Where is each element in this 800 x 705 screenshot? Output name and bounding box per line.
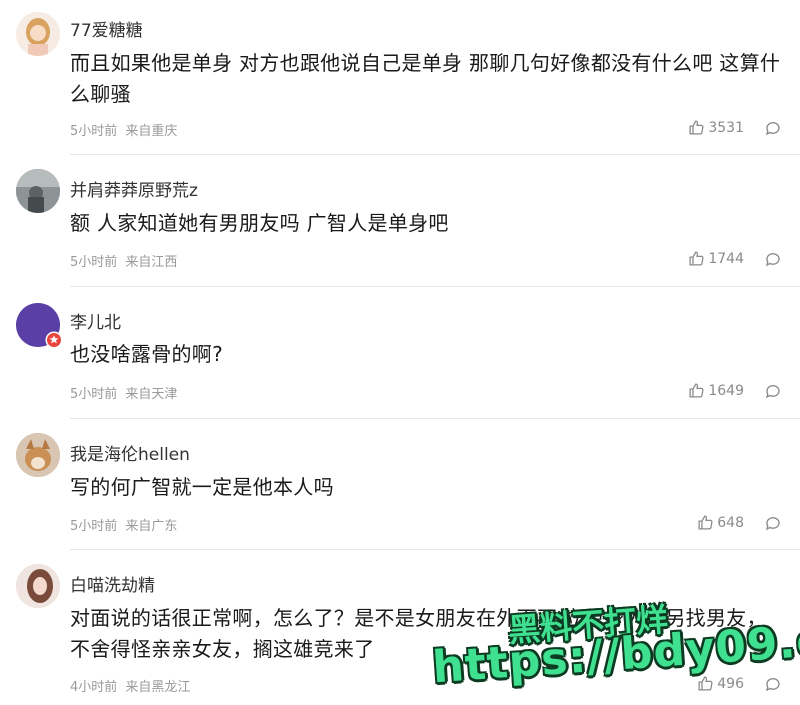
comment-meta: 4小时前 来自黑龙江 [70,676,190,695]
comment-meta: 5小时前 来自广东 [70,515,177,534]
location: 来自江西 [125,255,178,270]
comment-text: 也没啥露骨的啊? [70,342,224,366]
comment-item: 白喵洗劫精 对面说的话很正常啊，怎么了？是不是女朋友在外面不 立单身人设另找男友… [0,550,800,705]
comment-meta: 5小时前 来自重庆 [70,120,177,139]
avatar[interactable] [16,303,63,349]
timestamp: 5小时前 [70,519,118,534]
comment-bubble-icon [765,678,780,692]
like-button[interactable]: 1649 [688,382,744,399]
comment-item: 我是海伦hellen 写的何广智就一定是他本人吗 5小时前 来自广东 648 [0,419,800,550]
username[interactable]: 并肩莽莽原野荒z [70,176,198,201]
thumbs-up-icon [689,383,704,398]
location: 来自重庆 [125,124,178,139]
avatar[interactable] [16,564,60,608]
thumbs-up-icon [698,676,713,691]
username[interactable]: 77爱糖糖 [70,16,143,41]
comment-meta: 5小时前 来自天津 [70,383,177,402]
username[interactable]: 我是海伦hellen [70,440,190,465]
username[interactable]: 白喵洗劫精 [70,571,155,596]
comment-bubble-icon [765,122,780,136]
reply-button[interactable] [764,382,782,404]
comment-text: 对面说的话很正常啊，怎么了？是不是女朋友在外面不 立单身人设另找男友，不舍得怪亲… [70,606,767,661]
like-count: 1649 [708,382,744,399]
like-button[interactable]: 496 [697,675,744,692]
like-count: 1744 [708,250,744,267]
timestamp: 5小时前 [70,124,118,139]
username[interactable]: 李儿北 [70,308,121,333]
timestamp: 5小时前 [70,255,118,270]
comment-item: 李儿北 也没啥露骨的啊? 5小时前 来自天津 1649 [0,287,800,419]
like-button[interactable]: 3531 [688,119,744,136]
location: 来自天津 [125,387,178,402]
comment-meta: 5小时前 来自江西 [70,251,177,270]
avatar[interactable] [16,169,60,213]
thumbs-up-icon [698,515,713,530]
timestamp: 4小时前 [70,680,118,695]
reply-button[interactable] [764,119,782,141]
timestamp: 5小时前 [70,387,118,402]
reply-button[interactable] [764,675,782,697]
like-count: 496 [717,675,744,692]
reply-button[interactable] [764,514,782,536]
like-count: 648 [717,514,744,531]
like-button[interactable]: 648 [697,514,744,531]
avatar[interactable] [16,12,60,56]
like-count: 3531 [708,119,744,136]
comment-text: 写的何广智就一定是他本人吗 [70,475,334,499]
like-button[interactable]: 1744 [688,250,744,267]
comment-item: 并肩莽莽原野荒z 额 人家知道她有男朋友吗 广智人是单身吧 5小时前 来自江西 … [0,155,800,287]
comment-bubble-icon [765,253,780,267]
avatar[interactable] [16,433,60,477]
comment-item: 77爱糖糖 而且如果他是单身 对方也跟他说自己是单身 那聊几句好像都没有什么吧 … [0,0,800,155]
comment-bubble-icon [765,385,780,399]
location: 来自黑龙江 [125,680,191,695]
location: 来自广东 [125,519,178,534]
thumbs-up-icon [689,120,704,135]
reply-button[interactable] [764,250,782,272]
thumbs-up-icon [689,251,704,266]
comment-bubble-icon [765,517,780,531]
verified-badge-icon [45,331,63,349]
comment-text: 额 人家知道她有男朋友吗 广智人是单身吧 [70,211,449,235]
comment-text: 而且如果他是单身 对方也跟他说自己是单身 那聊几句好像都没有什么吧 这算什么聊骚 [70,51,781,106]
